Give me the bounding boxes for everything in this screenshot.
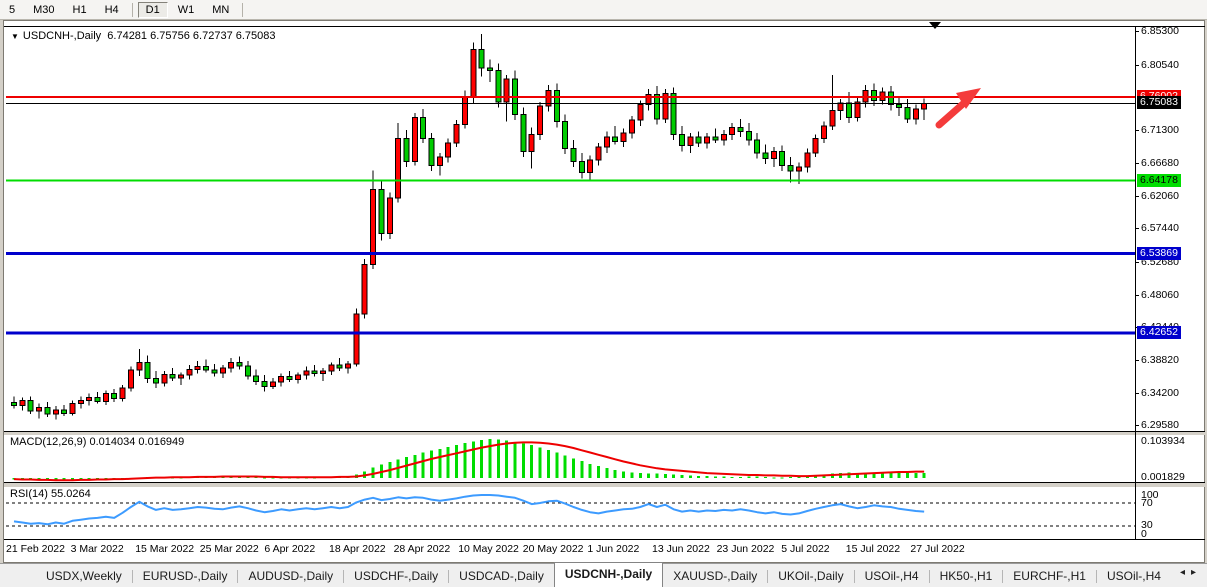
price-tick-mark bbox=[1135, 393, 1139, 394]
tab-usdx-weekly[interactable]: USDX,Weekly bbox=[36, 565, 132, 587]
tab-usoil-h4[interactable]: USOil-,H4 bbox=[855, 565, 929, 587]
tab-usdchf-daily[interactable]: USDCHF-,Daily bbox=[344, 565, 448, 587]
price-level-badge: 6.64178 bbox=[1137, 174, 1181, 187]
tab-usdcad-daily[interactable]: USDCAD-,Daily bbox=[449, 565, 554, 587]
date-tick-label: 27 Jul 2022 bbox=[910, 543, 964, 555]
tab-ukoil-daily[interactable]: UKOil-,Daily bbox=[768, 565, 853, 587]
tab-usoil-h4[interactable]: USOil-,H4 bbox=[1097, 565, 1171, 587]
timeframe-button-mn[interactable]: MN bbox=[204, 2, 237, 18]
symbol-tabs: USDX,WeeklyEURUSD-,DailyAUDUSD-,DailyUSD… bbox=[0, 564, 1171, 587]
price-tick-label: 6.80540 bbox=[1141, 59, 1179, 71]
date-tick-label: 13 Jun 2022 bbox=[652, 543, 710, 555]
tab-scroll-right-icon[interactable]: ▸ bbox=[1191, 567, 1202, 578]
price-level-badge: 6.53869 bbox=[1137, 247, 1181, 260]
price-tick-label: 6.62060 bbox=[1141, 190, 1179, 202]
price-tick-label: 6.38820 bbox=[1141, 354, 1179, 366]
timeframe-button-w1[interactable]: W1 bbox=[170, 2, 203, 18]
timeframe-button-h4[interactable]: H4 bbox=[97, 2, 127, 18]
date-tick-label: 23 Jun 2022 bbox=[717, 543, 775, 555]
date-tick-label: 10 May 2022 bbox=[458, 543, 519, 555]
price-chart-canvas[interactable] bbox=[6, 27, 1135, 432]
date-tick-label: 21 Feb 2022 bbox=[6, 543, 65, 555]
macd-signal-line bbox=[14, 442, 924, 480]
chart-window: ▼ USDCNH-,Daily 6.74281 6.75756 6.72737 6… bbox=[3, 20, 1205, 563]
price-tick-label: 6.48060 bbox=[1141, 289, 1179, 301]
toolbar-separator bbox=[242, 3, 243, 17]
chart-title: ▼ USDCNH-,Daily 6.74281 6.75756 6.72737 6… bbox=[11, 30, 276, 42]
chart-dropdown-icon[interactable]: ▼ bbox=[11, 32, 19, 41]
date-tick-label: 3 Mar 2022 bbox=[71, 543, 124, 555]
trading-terminal: 5M30H1H4 D1W1MN ▼ USDCNH-,Daily 6.74281 6.… bbox=[0, 0, 1207, 587]
tab-hk50-h1[interactable]: HK50-,H1 bbox=[930, 565, 1003, 587]
date-tick-label: 1 Jun 2022 bbox=[587, 543, 639, 555]
tab-xauusd-daily[interactable]: XAUUSD-,Daily bbox=[663, 565, 767, 587]
tab-scroll-arrows: ◂▸ bbox=[1180, 567, 1202, 578]
timeframe-button-m30[interactable]: M30 bbox=[25, 2, 62, 18]
timeframe-button-h1[interactable]: H1 bbox=[65, 2, 95, 18]
date-tick-label: 18 Apr 2022 bbox=[329, 543, 386, 555]
price-tick-label: 6.85300 bbox=[1141, 25, 1179, 37]
date-tick-label: 5 Jul 2022 bbox=[781, 543, 829, 555]
tab-audusd-daily[interactable]: AUDUSD-,Daily bbox=[238, 565, 343, 587]
timeframe-button-d1[interactable]: D1 bbox=[138, 2, 168, 18]
timeframe-button-5[interactable]: 5 bbox=[1, 2, 23, 18]
date-tick-label: 25 Mar 2022 bbox=[200, 543, 259, 555]
tab-eurchf-h1[interactable]: EURCHF-,H1 bbox=[1003, 565, 1096, 587]
price-tick-mark bbox=[1135, 196, 1139, 197]
trend-arrow-annotation[interactable] bbox=[939, 88, 981, 125]
macd-axis-max-label: 0.103934 bbox=[1141, 435, 1185, 447]
tab-usdcnh-daily[interactable]: USDCNH-,Daily bbox=[554, 562, 663, 587]
date-tick-label: 15 Jul 2022 bbox=[846, 543, 900, 555]
price-tick-mark bbox=[1135, 262, 1139, 263]
date-tick-label: 20 May 2022 bbox=[523, 543, 584, 555]
price-tick-mark bbox=[1135, 31, 1139, 32]
timeframe-toolbar: 5M30H1H4 D1W1MN bbox=[0, 0, 1207, 20]
tab-scroll-left-icon[interactable]: ◂ bbox=[1180, 567, 1191, 578]
price-tick-mark bbox=[1135, 360, 1139, 361]
macd-indicator-label: MACD(12,26,9) 0.014034 0.016949 bbox=[10, 436, 184, 448]
candles bbox=[12, 34, 927, 420]
price-level-badge: 6.42652 bbox=[1137, 326, 1181, 339]
rsi-axis-label: 70 bbox=[1141, 497, 1153, 509]
rsi-line bbox=[14, 495, 924, 524]
price-axis-divider bbox=[1135, 26, 1136, 539]
chart-ohlc-values: 6.74281 6.75756 6.72737 6.75083 bbox=[107, 30, 275, 42]
price-level-badge: 6.75083 bbox=[1137, 96, 1181, 109]
price-tick-mark bbox=[1135, 163, 1139, 164]
date-tick-label: 6 Apr 2022 bbox=[264, 543, 315, 555]
price-tick-label: 6.66680 bbox=[1141, 157, 1179, 169]
tab-eurusd-daily[interactable]: EURUSD-,Daily bbox=[133, 565, 238, 587]
symbol-tab-bar: USDX,WeeklyEURUSD-,DailyAUDUSD-,DailyUSD… bbox=[0, 563, 1207, 587]
date-tick-label: 15 Mar 2022 bbox=[135, 543, 194, 555]
price-tick-label: 6.57440 bbox=[1141, 222, 1179, 234]
price-tick-label: 6.34200 bbox=[1141, 387, 1179, 399]
toolbar-separator bbox=[132, 3, 133, 17]
chart-symbol-label: USDCNH-,Daily bbox=[23, 30, 101, 42]
date-axis-line bbox=[4, 539, 1205, 540]
price-tick-mark bbox=[1135, 425, 1139, 426]
price-tick-label: 6.71300 bbox=[1141, 124, 1179, 136]
price-tick-label: 6.29580 bbox=[1141, 419, 1179, 431]
price-tick-mark bbox=[1135, 228, 1139, 229]
price-tick-mark bbox=[1135, 65, 1139, 66]
level-lines[interactable] bbox=[6, 97, 1135, 333]
rsi-axis-label: 0 bbox=[1141, 528, 1147, 540]
price-tick-mark bbox=[1135, 130, 1139, 131]
rsi-panel-canvas[interactable] bbox=[6, 486, 1135, 538]
price-tick-mark bbox=[1135, 295, 1139, 296]
date-tick-label: 28 Apr 2022 bbox=[394, 543, 451, 555]
rsi-indicator-label: RSI(14) 55.0264 bbox=[10, 488, 91, 500]
